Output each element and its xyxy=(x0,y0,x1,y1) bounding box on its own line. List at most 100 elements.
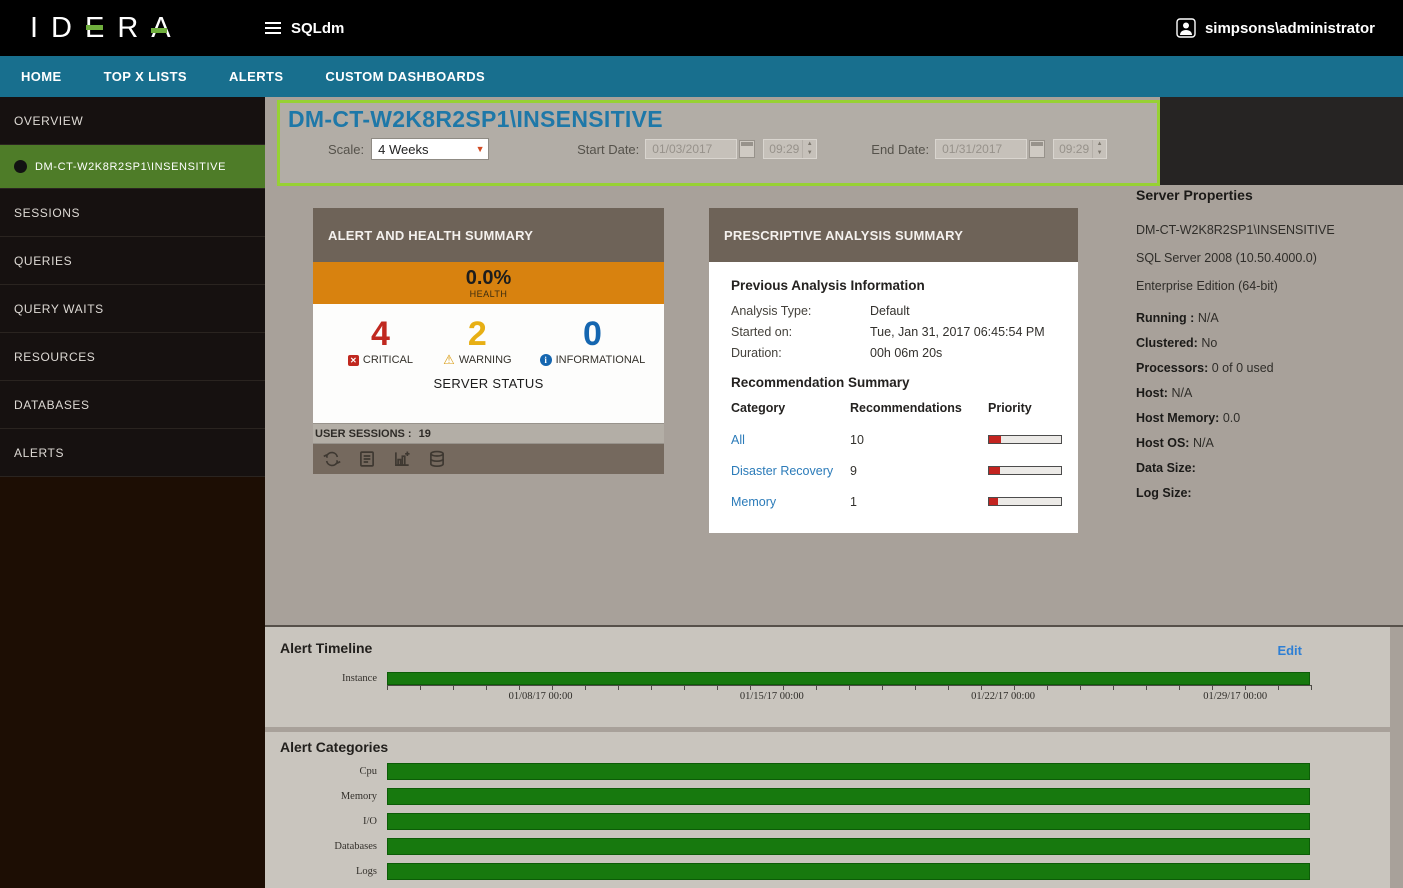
sidebar-item-query-waits[interactable]: QUERY WAITS xyxy=(0,285,265,333)
data-size-property: Data Size: xyxy=(1136,456,1403,481)
scale-select[interactable]: 4 Weeks ▼ xyxy=(371,138,489,160)
warning-label: WARNING xyxy=(459,354,512,366)
prescriptive-analysis-card: PRESCRIPTIVE ANALYSIS SUMMARY Previous A… xyxy=(709,208,1078,533)
server-properties-title: Server Properties xyxy=(1136,187,1403,203)
category-row-label-io: I/O xyxy=(265,816,387,827)
warning-stat[interactable]: 2 ⚠ WARNING xyxy=(434,316,521,366)
nav-top-x-lists[interactable]: TOP X LISTS xyxy=(83,56,208,97)
database-icon[interactable] xyxy=(427,449,447,469)
category-row-label-databases: Databases xyxy=(265,841,387,852)
start-date-input[interactable]: 01/03/2017 xyxy=(645,139,737,159)
sidebar-item-alerts[interactable]: ALERTS xyxy=(0,429,265,477)
start-time-value: 09:29 xyxy=(764,140,802,158)
col-header-category: Category xyxy=(731,401,850,424)
alert-categories-panel: Alert Categories Cpu Memory I/O Database… xyxy=(265,732,1390,888)
category-row-label-logs: Logs xyxy=(265,866,387,877)
informational-count: 0 xyxy=(583,316,602,352)
critical-icon: ✕ xyxy=(348,355,359,366)
tick-label: 01/08/17 00:00 xyxy=(509,691,573,702)
start-date-label: Start Date: xyxy=(577,142,639,157)
analysis-type-label: Analysis Type: xyxy=(731,304,870,318)
running-property: Running : N/A xyxy=(1136,306,1403,331)
category-row-label-memory: Memory xyxy=(265,791,387,802)
informational-label: INFORMATIONAL xyxy=(556,354,646,366)
warning-icon: ⚠ xyxy=(443,354,455,366)
informational-stat[interactable]: 0 i INFORMATIONAL xyxy=(521,316,664,366)
end-time-stepper[interactable]: ▲▼ xyxy=(1092,140,1106,158)
alert-timeline-title: Alert Timeline xyxy=(265,640,1390,656)
sql-server-edition: Enterprise Edition (64-bit) xyxy=(1136,272,1403,300)
col-header-priority: Priority xyxy=(988,401,1062,424)
alert-categories-title: Alert Categories xyxy=(265,739,1390,755)
health-percentage: 0.0% xyxy=(466,268,512,289)
end-date-input[interactable]: 01/31/2017 xyxy=(935,139,1027,159)
critical-count: 4 xyxy=(371,316,390,352)
instance-title: DM-CT-W2K8R2SP1\INSENSITIVE xyxy=(288,106,1157,133)
log-size-property: Log Size: xyxy=(1136,481,1403,506)
host-property: Host: N/A xyxy=(1136,381,1403,406)
category-row-label-cpu: Cpu xyxy=(265,766,387,777)
app-name: SQLdm xyxy=(291,20,344,37)
server-name: DM-CT-W2K8R2SP1\INSENSITIVE xyxy=(1136,216,1403,244)
scale-value: 4 Weeks xyxy=(372,142,472,157)
timeline-tick-labels: 01/08/17 00:00 01/15/17 00:00 01/22/17 0… xyxy=(387,690,1312,704)
report-icon[interactable] xyxy=(357,449,377,469)
processors-property: Processors: 0 of 0 used xyxy=(1136,356,1403,381)
category-bar-logs xyxy=(387,863,1310,880)
sidebar-item-resources[interactable]: RESOURCES xyxy=(0,333,265,381)
edit-link[interactable]: Edit xyxy=(1277,643,1302,658)
user-icon xyxy=(1176,18,1196,38)
category-bar-memory xyxy=(387,788,1310,805)
user-sessions-value: 19 xyxy=(419,428,431,440)
category-link-disaster-recovery[interactable]: Disaster Recovery xyxy=(731,464,833,478)
nav-custom-dashboards[interactable]: CUSTOM DASHBOARDS xyxy=(304,56,506,97)
sidebar-item-instance-selected[interactable]: DM-CT-W2K8R2SP1\INSENSITIVE xyxy=(0,145,265,189)
host-os-property: Host OS: N/A xyxy=(1136,431,1403,456)
priority-bar xyxy=(988,435,1062,444)
sidebar-item-sessions[interactable]: SESSIONS xyxy=(0,189,265,237)
critical-label: CRITICAL xyxy=(363,354,413,366)
sidebar-item-overview[interactable]: OVERVIEW xyxy=(0,97,265,145)
nav-home[interactable]: HOME xyxy=(0,56,83,97)
end-time-input[interactable]: 09:29 ▲▼ xyxy=(1053,139,1107,159)
host-memory-property: Host Memory: 0.0 xyxy=(1136,406,1403,431)
instance-header-panel: DM-CT-W2K8R2SP1\INSENSITIVE Scale: 4 Wee… xyxy=(277,100,1160,186)
card-toolbar xyxy=(313,444,664,474)
critical-stat[interactable]: 4 ✕ CRITICAL xyxy=(327,316,434,366)
username: simpsons\administrator xyxy=(1205,20,1375,37)
recommendations-count: 9 xyxy=(850,455,988,486)
menu-icon[interactable] xyxy=(265,22,281,34)
recommendations-count: 10 xyxy=(850,424,988,455)
start-time-stepper[interactable]: ▲▼ xyxy=(802,140,816,158)
sidebar-item-databases[interactable]: DATABASES xyxy=(0,381,265,429)
calendar-icon[interactable] xyxy=(739,140,755,158)
bottom-charts-area: Alert Timeline Edit Instance 01/08/17 00… xyxy=(265,625,1403,888)
server-status-label: SERVER STATUS xyxy=(313,376,664,391)
analysis-type-value: Default xyxy=(870,304,1060,318)
warning-count: 2 xyxy=(468,316,487,352)
overview-dashboard: DM-CT-W2K8R2SP1\INSENSITIVE Scale: 4 Wee… xyxy=(265,97,1403,625)
sidebar-item-label: DM-CT-W2K8R2SP1\INSENSITIVE xyxy=(35,161,226,173)
chart-add-icon[interactable] xyxy=(392,449,412,469)
nav-alerts[interactable]: ALERTS xyxy=(208,56,304,97)
started-on-value: Tue, Jan 31, 2017 06:45:54 PM xyxy=(870,325,1060,339)
timeline-bar-instance xyxy=(387,672,1310,685)
sidebar-item-queries[interactable]: QUERIES xyxy=(0,237,265,285)
sidebar: OVERVIEW DM-CT-W2K8R2SP1\INSENSITIVE SES… xyxy=(0,97,265,888)
duration-label: Duration: xyxy=(731,346,870,360)
recommendations-count: 1 xyxy=(850,486,988,517)
tick-label: 01/29/17 00:00 xyxy=(1203,691,1267,702)
calendar-icon[interactable] xyxy=(1029,140,1045,158)
logo-green-dash xyxy=(151,28,167,33)
refresh-icon[interactable] xyxy=(322,449,342,469)
user-menu[interactable]: simpsons\administrator xyxy=(1176,18,1375,38)
timeline-row-label: Instance xyxy=(265,673,387,684)
end-date-label: End Date: xyxy=(871,142,929,157)
started-on-label: Started on: xyxy=(731,325,870,339)
priority-bar xyxy=(988,466,1062,475)
info-icon: i xyxy=(540,354,552,366)
category-link-memory[interactable]: Memory xyxy=(731,495,776,509)
analysis-info: Analysis Type: Default Started on: Tue, … xyxy=(731,304,1060,360)
category-link-all[interactable]: All xyxy=(731,433,745,447)
start-time-input[interactable]: 09:29 ▲▼ xyxy=(763,139,817,159)
